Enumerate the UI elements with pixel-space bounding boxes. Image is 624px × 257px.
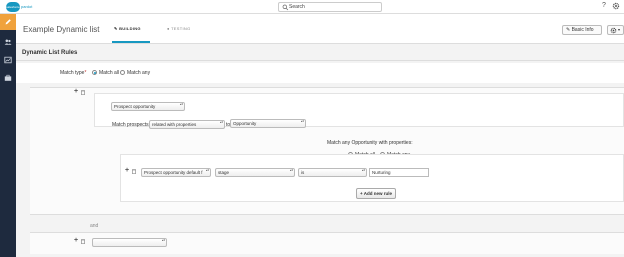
logo-text: pardot	[21, 4, 33, 9]
condition-panel: + Prospect opportunity default f stage i…	[120, 154, 624, 202]
match-any-label: Match any	[127, 70, 151, 76]
rule-group: + Prospect opportunity Match prospects r…	[30, 87, 624, 215]
search-placeholder: Search	[289, 4, 305, 10]
salesforce-cloud-logo: salesforce	[6, 2, 20, 12]
condition-value-input[interactable]: Nurturing	[369, 168, 429, 177]
flask-icon: ●	[167, 26, 170, 31]
condition-property-select[interactable]: stage	[215, 168, 295, 177]
tab-testing[interactable]: ● TESTING	[167, 26, 191, 31]
reports-icon[interactable]	[4, 56, 12, 64]
help-icon[interactable]: ?	[602, 2, 606, 9]
search-input[interactable]: Search	[278, 2, 382, 12]
add-rule-icon[interactable]: +	[74, 237, 78, 244]
and-label: and	[90, 223, 99, 229]
page-header: Example Dynamic list ✎ BUILDING ● TESTIN…	[16, 14, 624, 44]
tab-building-label: BUILDING	[119, 26, 141, 31]
trash-icon[interactable]	[81, 90, 85, 95]
trash-icon[interactable]	[132, 169, 136, 174]
sidebar-item-marketing[interactable]	[0, 14, 16, 30]
app-sidebar	[0, 14, 16, 257]
gear-icon[interactable]	[612, 2, 620, 10]
top-bar: salesforce pardot Search ?	[0, 0, 624, 14]
settings-dropdown-button[interactable]: ▾	[607, 25, 624, 35]
match-all-radio[interactable]	[92, 70, 97, 75]
match-any-radio[interactable]	[120, 70, 125, 75]
rule-object-select[interactable]: Prospect opportunity	[111, 102, 185, 111]
match-prospects-label: Match prospects	[112, 122, 149, 128]
sub-match-heading: Match any Opportunity with properties:	[327, 140, 413, 146]
basic-info-label: Basic Info	[571, 27, 594, 33]
rule-criteria-panel: Prospect opportunity Match prospects rel…	[94, 93, 624, 129]
trash-icon[interactable]	[81, 239, 85, 244]
admin-briefcase-icon[interactable]	[4, 74, 12, 82]
rule2-object-select[interactable]	[92, 238, 167, 247]
pencil-icon	[5, 19, 11, 25]
pardot-logo[interactable]: salesforce pardot	[6, 2, 38, 12]
tab-testing-label: TESTING	[171, 26, 191, 31]
active-tab-indicator	[112, 41, 150, 43]
add-rule-icon[interactable]: +	[74, 88, 78, 95]
match-type-label: Match type*	[60, 70, 87, 76]
divider	[16, 60, 624, 61]
page-title: Example Dynamic list	[23, 25, 100, 34]
target-object-select[interactable]: Opportunity	[230, 119, 306, 128]
add-new-rule-button[interactable]: + Add new rule	[356, 188, 396, 199]
basic-info-button[interactable]: ✎ Basic Info	[562, 25, 602, 35]
add-condition-icon[interactable]: +	[125, 167, 129, 174]
tab-building[interactable]: ✎ BUILDING	[114, 26, 141, 31]
caret-down-icon: ▾	[618, 27, 621, 32]
gear-icon	[610, 27, 617, 34]
and-separator: and	[16, 218, 624, 232]
search-icon	[282, 4, 289, 11]
match-all-label: Match all	[99, 70, 120, 76]
match-type-row: Match type* Match all Match any	[16, 63, 624, 83]
pencil-icon: ✎	[566, 27, 571, 33]
rule-group-2: +	[30, 232, 624, 254]
users-icon[interactable]	[4, 38, 12, 46]
section-title: Dynamic List Rules	[22, 50, 78, 56]
relation-select[interactable]: related with properties	[149, 120, 225, 129]
condition-operator-select[interactable]: is	[298, 168, 367, 177]
condition-field-select[interactable]: Prospect opportunity default f	[141, 168, 211, 177]
pencil-icon: ✎	[114, 26, 118, 31]
